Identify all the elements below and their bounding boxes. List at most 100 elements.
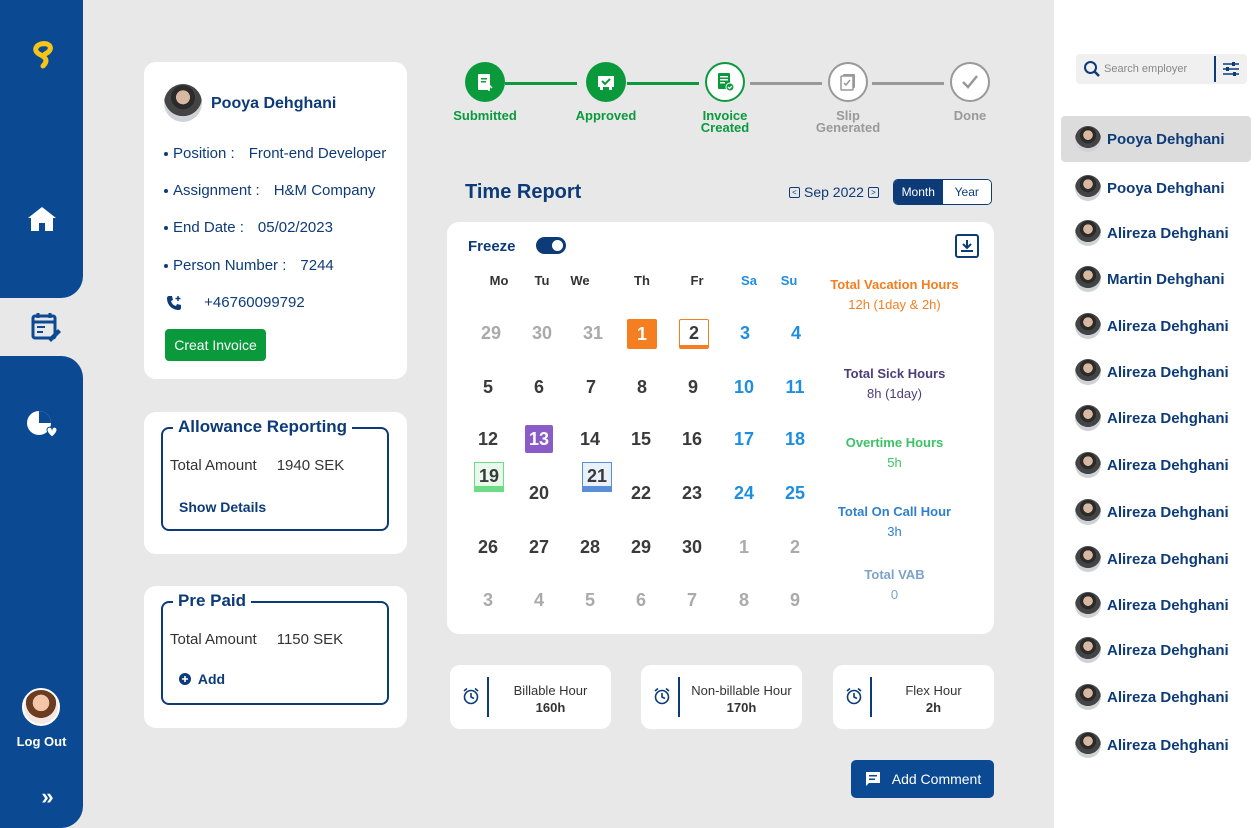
calendar-day[interactable]: 29 (473, 317, 509, 349)
calendar-day[interactable]: 17 (726, 423, 762, 455)
calendar-day[interactable]: 23 (674, 477, 710, 509)
calendar-day[interactable]: 3 (727, 317, 763, 349)
calendar-day-vacation[interactable]: 1 (627, 319, 657, 349)
download-icon[interactable] (955, 234, 979, 258)
employee-item[interactable]: Alireza Dehghani (1061, 442, 1251, 488)
employee-item[interactable]: Alireza Dehghani (1061, 210, 1251, 256)
calendar-day[interactable]: 8 (726, 584, 762, 616)
calendar-day[interactable]: 18 (777, 423, 813, 455)
weekday-label: Fr (690, 273, 704, 288)
calendar-day[interactable]: 5 (572, 584, 608, 616)
calendar-day[interactable]: 9 (675, 371, 711, 403)
month-view-tab[interactable]: Month (894, 180, 943, 204)
calendar-day-on-call[interactable]: 21 (582, 462, 612, 492)
calendar-day-overtime[interactable]: 19 (474, 462, 504, 492)
weekday-label: Tu (534, 273, 550, 288)
employee-item[interactable]: Martin Dehghani (1061, 256, 1251, 302)
calendar-day[interactable]: 2 (777, 531, 813, 563)
employee-item[interactable]: Alireza Dehghani (1061, 536, 1251, 582)
filter-icon[interactable] (1222, 60, 1240, 78)
show-details-link[interactable]: Show Details (179, 499, 266, 515)
calendar-day-sick[interactable]: 13 (525, 425, 553, 453)
employee-panel: Search employer Pooya Dehghani Pooya Deh… (1054, 0, 1260, 828)
step-invoice-created: Invoice Created (685, 62, 765, 134)
employee-item[interactable]: Alireza Dehghani (1061, 395, 1251, 441)
employee-item[interactable]: Alireza Dehghani (1061, 722, 1251, 768)
calendar-day[interactable]: 14 (572, 423, 608, 455)
employee-item[interactable]: Pooya Dehghani (1061, 116, 1251, 162)
add-comment-button[interactable]: Add Comment (851, 760, 994, 798)
weekday-label: Mo (489, 273, 509, 288)
calendar-day[interactable]: 6 (623, 584, 659, 616)
calendar-day[interactable]: 7 (573, 371, 609, 403)
vab-hours-stat: Total VAB 0 (864, 567, 925, 602)
freeze-toggle[interactable] (536, 237, 566, 254)
employee-item[interactable]: Pooya Dehghani (1061, 165, 1251, 211)
logout-button[interactable]: Log Out (0, 734, 83, 749)
vacation-hours-stat: Total Vacation Hours 12h (1day & 2h) (830, 277, 959, 312)
calendar-day[interactable]: 27 (521, 531, 557, 563)
search-input[interactable]: Search employer (1104, 63, 1187, 75)
step-done: Done (930, 62, 1010, 122)
calendar-day[interactable]: 3 (470, 584, 506, 616)
calendar-day-partial-vacation[interactable]: 2 (679, 319, 709, 349)
next-month-icon[interactable]: > (867, 186, 879, 198)
employee-avatar (1075, 266, 1101, 292)
employee-item[interactable]: Alireza Dehghani (1061, 627, 1251, 673)
home-icon[interactable] (0, 205, 83, 233)
employee-avatar (1075, 546, 1101, 572)
year-view-tab[interactable]: Year (942, 180, 991, 204)
employee-item[interactable]: Alireza Dehghani (1061, 582, 1251, 628)
employee-item[interactable]: Alireza Dehghani (1061, 674, 1251, 720)
calendar-day[interactable]: 30 (524, 317, 560, 349)
employee-avatar (1075, 313, 1101, 339)
calendar-day[interactable]: 4 (521, 584, 557, 616)
calendar-day[interactable]: 29 (623, 531, 659, 563)
calendar-day[interactable]: 6 (521, 371, 557, 403)
employee-avatar (1075, 732, 1101, 758)
allowance-title: Allowance Reporting (173, 417, 353, 437)
employee-item[interactable]: Alireza Dehghani (1061, 303, 1251, 349)
calendar-day[interactable]: 30 (674, 531, 710, 563)
on-call-hours-stat: Total On Call Hour 3h (837, 504, 952, 539)
position-field: Position : Front-end Developer (164, 145, 386, 162)
calendar-day[interactable]: 11 (777, 371, 813, 403)
health-icon[interactable] (0, 408, 83, 442)
calendar-day[interactable]: 4 (778, 317, 814, 349)
alarm-clock-icon (654, 687, 670, 705)
calendar-day[interactable]: 15 (623, 423, 659, 455)
profile-name: Pooya Dehghani (211, 95, 337, 112)
employee-item[interactable]: Alireza Dehghani (1061, 349, 1251, 395)
add-prepaid-button[interactable]: Add (179, 671, 225, 687)
employee-item[interactable]: Alireza Dehghani (1061, 489, 1251, 535)
calendar-day[interactable]: 9 (777, 584, 813, 616)
calendar-day[interactable]: 20 (521, 477, 557, 509)
time-report-title: Time Report (465, 181, 582, 203)
calendar-day[interactable]: 10 (726, 371, 762, 403)
calendar-day[interactable]: 26 (470, 531, 506, 563)
user-avatar[interactable] (22, 688, 60, 726)
calendar-day[interactable]: 25 (777, 477, 813, 509)
calendar-day[interactable]: 12 (470, 423, 506, 455)
left-sidebar: Log Out » (0, 0, 83, 828)
employee-avatar (1075, 637, 1101, 663)
calendar-day[interactable]: 22 (623, 477, 659, 509)
employee-avatar (1075, 592, 1101, 618)
calendar-day[interactable]: 7 (674, 584, 710, 616)
calendar-day[interactable]: 1 (726, 531, 762, 563)
calendar-day[interactable]: 31 (575, 317, 611, 349)
calendar-day[interactable]: 5 (470, 371, 506, 403)
logo-icon[interactable] (0, 40, 83, 70)
prepaid-amount-row: Total Amount 1150 SEK (170, 631, 344, 648)
calendar-day[interactable]: 28 (572, 531, 608, 563)
invoice-icon (718, 73, 735, 92)
calendar-day[interactable]: 24 (726, 477, 762, 509)
calendar-day[interactable]: 8 (624, 371, 660, 403)
create-invoice-button[interactable]: Creat Invoice (165, 329, 266, 361)
prev-month-icon[interactable]: < (789, 186, 800, 198)
timesheet-nav-item[interactable] (8, 299, 83, 355)
calendar-day[interactable]: 16 (674, 423, 710, 455)
timesheet-icon (31, 313, 61, 342)
employee-avatar (1075, 499, 1101, 525)
expand-sidebar-icon[interactable]: » (0, 784, 95, 810)
